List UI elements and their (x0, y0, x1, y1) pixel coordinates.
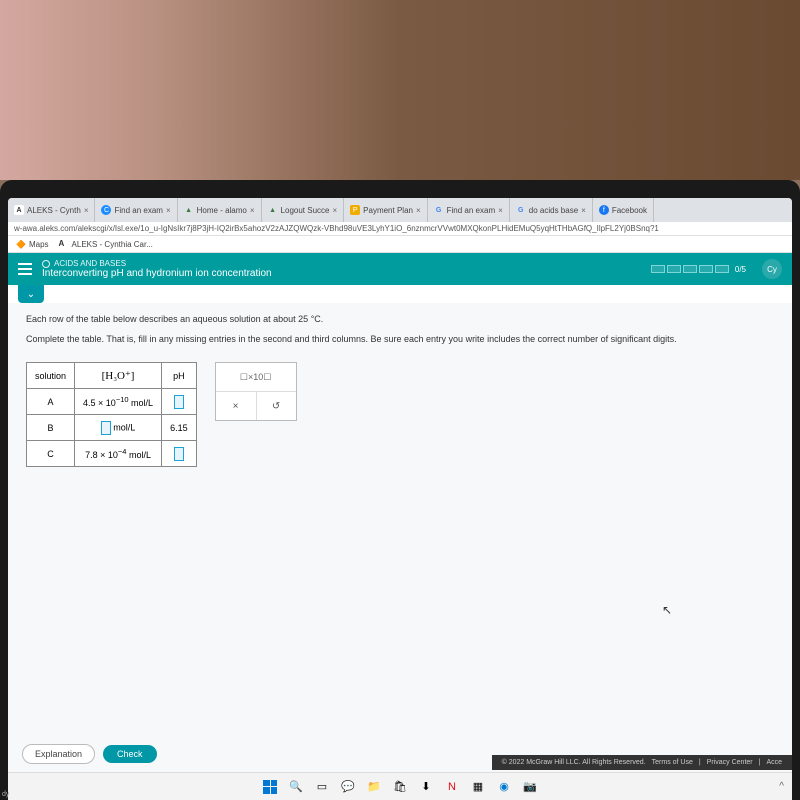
favicon-alamo: ▲ (268, 205, 278, 215)
browser-tabs: AALEKS - Cynth× CFind an exam× ▲Home - a… (8, 198, 792, 222)
close-icon[interactable]: × (581, 206, 586, 215)
windows-taskbar: 🔍 ▭ 💬 📁 🛍 ⬇ N ▦ ◉ 📷 (8, 772, 792, 800)
start-button[interactable] (262, 779, 278, 795)
terms-link[interactable]: Terms of Use (652, 759, 693, 766)
tab-label: Facebook (612, 206, 647, 215)
favicon-alamo: ▲ (184, 205, 194, 215)
menu-icon[interactable] (18, 263, 32, 275)
privacy-link[interactable]: Privacy Center (707, 759, 753, 766)
check-button[interactable]: Check (103, 745, 157, 763)
favicon-payment: P (350, 205, 360, 215)
scientific-notation-button[interactable]: ☐×10☐ (216, 363, 296, 391)
tool-palette: ☐×10☐ × ↺ (215, 362, 297, 421)
tab-payment[interactable]: PPayment Plan× (344, 198, 427, 222)
tab-logout[interactable]: ▲Logout Succe× (262, 198, 345, 222)
close-icon[interactable]: × (84, 206, 89, 215)
row-c-ph-input[interactable] (162, 441, 197, 467)
maps-icon: 🔶 (16, 240, 26, 249)
user-avatar[interactable]: Cy (762, 259, 782, 279)
app-icon[interactable]: ▦ (470, 779, 486, 795)
store-icon[interactable]: 🛍 (392, 779, 408, 795)
cursor-icon: ↖ (662, 603, 672, 617)
favicon-aleks: A (14, 205, 24, 215)
tab-label: do acids base (529, 206, 578, 215)
topic-header: ACIDS AND BASES Interconverting pH and h… (8, 253, 792, 285)
progress-indicator: 0/5 (651, 265, 746, 274)
col-h3o: [H₃O⁺] (75, 363, 162, 389)
undo-button[interactable]: ↺ (256, 392, 296, 420)
favicon-facebook: f (599, 205, 609, 215)
row-b-ph: 6.15 (162, 415, 197, 441)
topic-category: ACIDS AND BASES (42, 259, 272, 268)
bookmark-aleks[interactable]: AALEKS - Cynthia Car... (59, 239, 153, 249)
tab-home[interactable]: ▲Home - alamo× (178, 198, 262, 222)
tab-label: Payment Plan (363, 206, 413, 215)
camera-icon[interactable]: 📷 (522, 779, 538, 795)
row-a-label: A (27, 389, 75, 415)
tab-label: ALEKS - Cynth (27, 206, 81, 215)
explorer-icon[interactable]: 📁 (366, 779, 382, 795)
tab-label: Logout Succe (281, 206, 330, 215)
task-view-icon[interactable]: ▭ (314, 779, 330, 795)
row-c-h3o: 7.8 × 10−4 mol/L (75, 441, 162, 467)
close-icon[interactable]: × (332, 206, 337, 215)
tab-aleks[interactable]: AALEKS - Cynth× (8, 198, 95, 222)
dropbox-icon[interactable]: ⬇ (418, 779, 434, 795)
favicon-chegg: C (101, 205, 111, 215)
tab-label: Find an exam (114, 206, 162, 215)
col-solution: solution (27, 363, 75, 389)
tab-facebook[interactable]: fFacebook (593, 198, 654, 222)
bookmarks-bar: 🔶Maps AALEKS - Cynthia Car... (8, 236, 792, 253)
tab-label: Home - alamo (197, 206, 247, 215)
address-bar[interactable]: w-awa.aleks.com/alekscgi/x/Isl.exe/1o_u-… (8, 222, 792, 236)
topic-title: Interconverting pH and hydronium ion con… (42, 268, 272, 279)
bookmark-label: Maps (29, 240, 49, 249)
chevron-down-icon[interactable]: ⌄ (18, 285, 44, 303)
tab-google2[interactable]: Gdo acids base× (510, 198, 593, 222)
corner-text: dy (2, 791, 9, 798)
tab-google1[interactable]: GFind an exam× (428, 198, 510, 222)
row-c-label: C (27, 441, 75, 467)
netflix-icon[interactable]: N (444, 779, 460, 795)
edge-icon[interactable]: ◉ (496, 779, 512, 795)
tab-chegg[interactable]: CFind an exam × (95, 198, 177, 222)
progress-text: 0/5 (735, 265, 746, 274)
close-icon[interactable]: × (498, 206, 503, 215)
search-icon[interactable]: 🔍 (288, 779, 304, 795)
favicon-google: G (434, 205, 444, 215)
row-a-h3o: 4.5 × 10−10 mol/L (75, 389, 162, 415)
solution-table: solution [H₃O⁺] pH A 4.5 × 10−10 mol/L B… (26, 362, 197, 467)
close-icon[interactable]: × (166, 206, 171, 215)
row-b-h3o-input[interactable]: mol/L (75, 415, 162, 441)
close-icon[interactable]: × (416, 206, 421, 215)
bookmark-maps[interactable]: 🔶Maps (16, 240, 49, 249)
row-b-label: B (27, 415, 75, 441)
footer: © 2022 McGraw Hill LLC. All Rights Reser… (492, 755, 792, 770)
row-a-ph-input[interactable] (162, 389, 197, 415)
times-button[interactable]: × (216, 392, 256, 420)
close-icon[interactable]: × (250, 206, 255, 215)
accessibility-link[interactable]: Acce (766, 759, 782, 766)
col-ph: pH (162, 363, 197, 389)
favicon-aleks: A (59, 239, 69, 249)
explanation-button[interactable]: Explanation (22, 744, 95, 764)
favicon-google: G (516, 205, 526, 215)
question-text: Each row of the table below describes an… (8, 303, 792, 362)
tab-label: Find an exam (447, 206, 495, 215)
chat-icon[interactable]: 💬 (340, 779, 356, 795)
bookmark-label: ALEKS - Cynthia Car... (72, 240, 153, 249)
tray-chevron-icon[interactable]: ^ (779, 781, 784, 792)
